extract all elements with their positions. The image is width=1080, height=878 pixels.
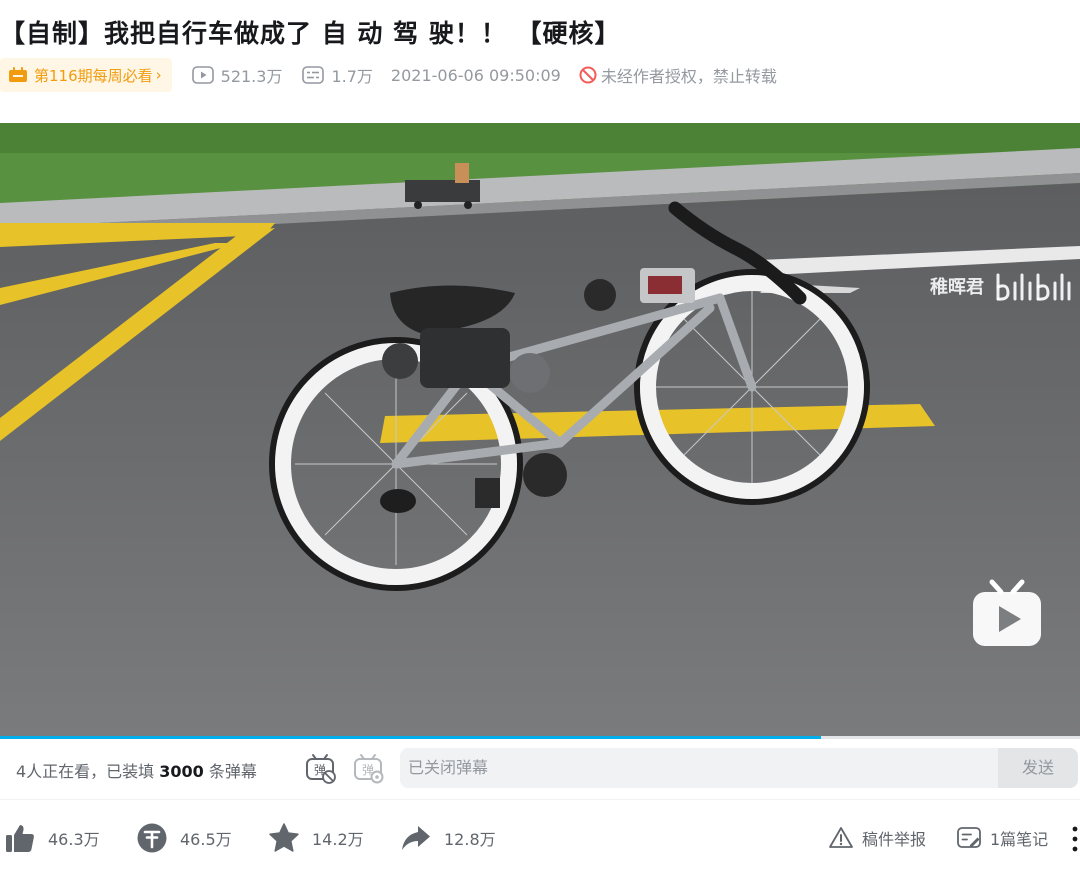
danmaku-count-value: 1.7万 xyxy=(331,67,373,86)
video-title: 【自制】我把自行车做成了 自 动 驾 驶！！ 【硬核】 xyxy=(0,19,621,48)
report-icon xyxy=(829,827,853,848)
no-repost-icon xyxy=(579,66,597,84)
danmaku-toggle-icon[interactable]: 弹 xyxy=(304,752,336,784)
video-frame-image xyxy=(0,123,1080,736)
loaded-danmaku-count: 3000 xyxy=(159,762,204,781)
favorite-button[interactable]: 14.2万 xyxy=(268,810,364,866)
weekly-badge-label: 第116期每周必看 xyxy=(34,66,153,85)
notes-label: 1篇笔记 xyxy=(990,830,1049,849)
notes-icon xyxy=(957,827,981,848)
favorite-count: 14.2万 xyxy=(312,830,364,849)
report-button[interactable]: 稿件举报 xyxy=(828,810,926,866)
copyright-notice: 未经作者授权，禁止转载 xyxy=(579,63,777,87)
play-overlay-icon[interactable] xyxy=(970,578,1044,650)
video-player[interactable]: 稚晖君 xyxy=(0,123,1080,736)
play-count-icon xyxy=(191,66,214,84)
share-button[interactable]: 12.8万 xyxy=(400,810,496,866)
play-count-value: 521.3万 xyxy=(220,67,283,86)
danmaku-count: 1.7万 xyxy=(302,63,373,87)
uploader-watermark: 稚晖君 xyxy=(930,277,984,298)
danmaku-bar: 4人正在看，已装填 3000 条弹幕 弹 弹 已关闭弹幕 发送 xyxy=(0,740,1080,800)
like-button[interactable]: 46.3万 xyxy=(4,810,100,866)
chevron-right-icon: › xyxy=(155,66,162,84)
notes-button[interactable]: 1篇笔记 xyxy=(956,810,1048,866)
like-count: 46.3万 xyxy=(48,830,100,849)
coin-count: 46.5万 xyxy=(180,830,232,849)
viewer-status: 4人正在看，已装填 3000 条弹幕 xyxy=(16,758,257,782)
danmaku-send-button[interactable]: 发送 xyxy=(998,748,1078,788)
copyright-notice-text: 未经作者授权，禁止转载 xyxy=(600,67,777,86)
viewer-status-prefix: 4人正在看，已装填 xyxy=(16,762,155,781)
viewer-status-suffix: 条弹幕 xyxy=(208,762,257,781)
like-icon xyxy=(6,825,34,852)
play-count: 521.3万 xyxy=(191,63,283,87)
share-icon xyxy=(402,826,430,850)
favorite-icon xyxy=(269,823,299,852)
video-action-toolbar: 46.3万 46.5万 14.2万 12.8万 稿件举报 1篇笔记 xyxy=(0,810,1080,866)
video-meta-row: 第116期每周必看 › 521.3万 1.7万 2021-06-06 09:50… xyxy=(0,58,1080,92)
more-icon[interactable] xyxy=(1070,826,1080,852)
danmaku-settings-icon[interactable]: 弹 xyxy=(352,752,384,784)
publish-time: 2021-06-06 09:50:09 xyxy=(390,65,561,85)
report-label: 稿件举报 xyxy=(862,830,927,849)
danmaku-count-icon xyxy=(302,66,325,84)
danmaku-input[interactable]: 已关闭弹幕 xyxy=(400,748,998,788)
coin-icon xyxy=(137,823,167,853)
bilibili-logo-icon xyxy=(996,273,1071,301)
weekly-must-see-badge[interactable]: 第116期每周必看 › xyxy=(0,58,172,92)
share-count: 12.8万 xyxy=(444,830,496,849)
coin-button[interactable]: 46.5万 xyxy=(136,810,232,866)
weekly-badge-icon xyxy=(9,67,27,82)
video-progress-fill xyxy=(0,736,821,739)
